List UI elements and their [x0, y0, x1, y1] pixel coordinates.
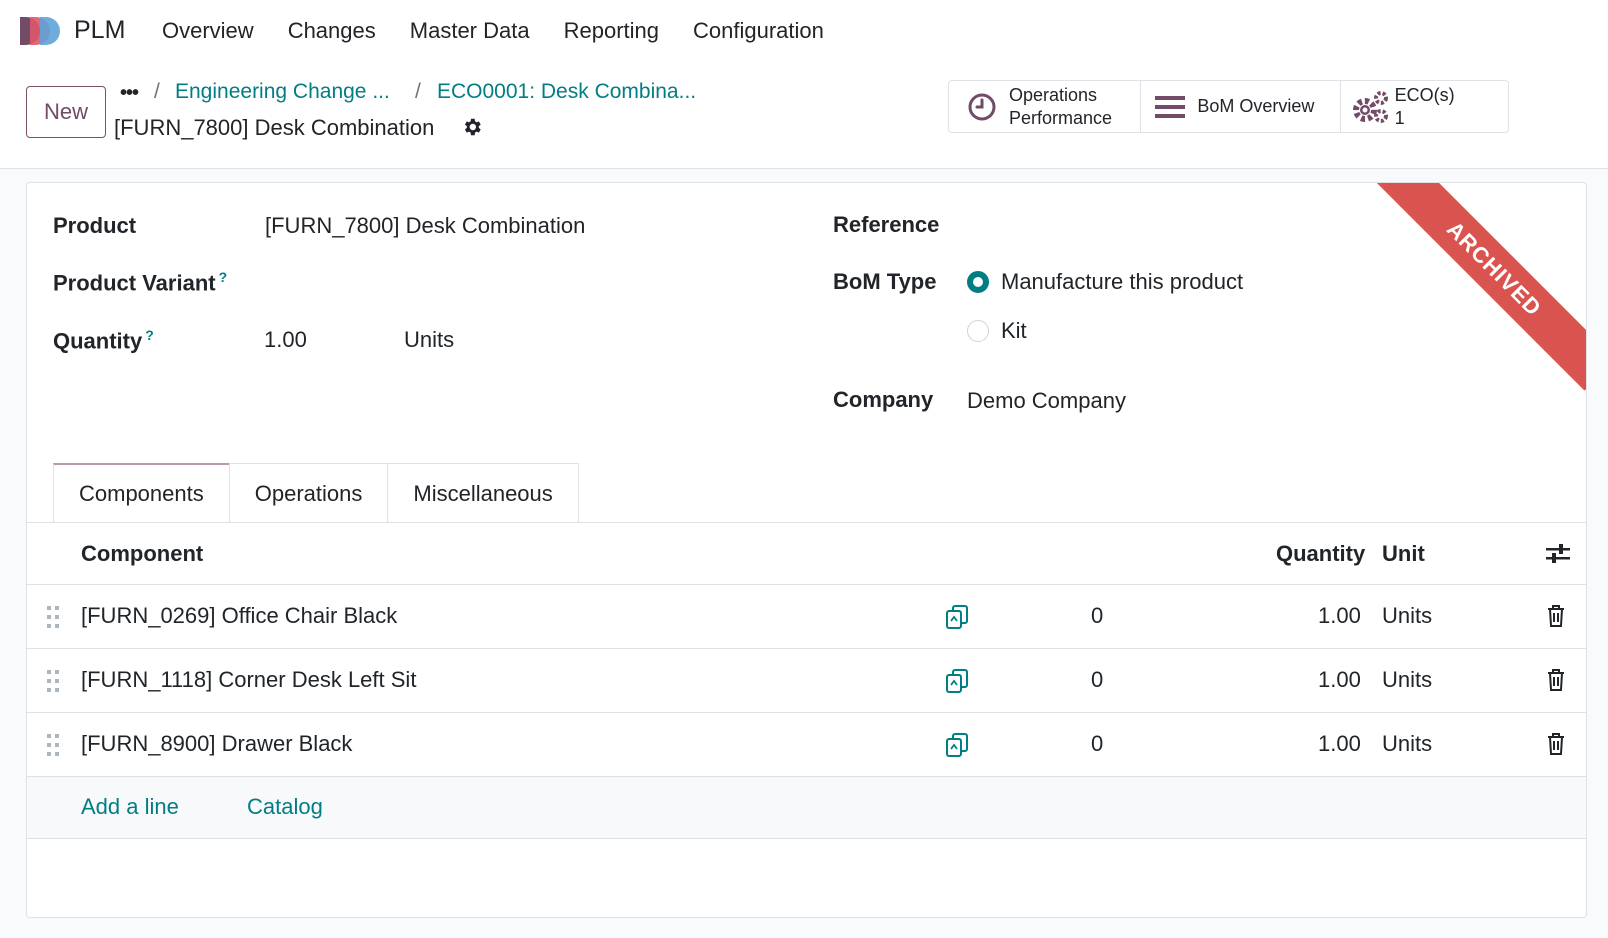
- app-name[interactable]: PLM: [74, 16, 125, 45]
- component-unit[interactable]: Units: [1382, 667, 1432, 693]
- column-quantity[interactable]: Quantity: [1276, 541, 1365, 567]
- gear-icon[interactable]: [461, 116, 483, 138]
- product-variant-label: Product Variant?: [53, 269, 228, 296]
- component-quantity[interactable]: 1.00: [1318, 603, 1361, 629]
- breadcrumb-separator: /: [415, 80, 421, 103]
- app-logo-icon[interactable]: [18, 15, 64, 47]
- product-label: Product: [53, 213, 137, 238]
- clock-icon: [968, 93, 996, 120]
- notebook-tabs: Components Operations Miscellaneous: [53, 463, 579, 523]
- reference-field[interactable]: [967, 212, 1367, 240]
- product-variant-field[interactable]: [265, 269, 745, 297]
- component-quantity[interactable]: 1.00: [1318, 667, 1361, 693]
- column-component[interactable]: Component: [81, 541, 203, 567]
- catalog-link[interactable]: Catalog: [247, 794, 323, 820]
- table-row[interactable]: [FURN_0269] Office Chair Black 0 1.00 Un…: [27, 585, 1586, 649]
- operations-performance-line1: Operations: [1009, 84, 1098, 105]
- component-count: 0: [1091, 667, 1104, 692]
- eco-label: ECO(s): [1394, 84, 1455, 105]
- company-label: Company: [833, 387, 934, 412]
- help-icon[interactable]: ?: [219, 269, 228, 285]
- breadcrumb-separator: /: [154, 80, 160, 103]
- bom-type-option-label: Kit: [1001, 318, 1027, 343]
- gears-icon: [1352, 90, 1388, 123]
- menu-master-data[interactable]: Master Data: [410, 18, 530, 44]
- bom-type-option-label: Manufacture this product: [1001, 269, 1244, 294]
- archived-ribbon: ARCHIVED: [1372, 183, 1586, 391]
- menu-configuration[interactable]: Configuration: [693, 18, 824, 44]
- menu-reporting[interactable]: Reporting: [564, 18, 659, 44]
- table-row[interactable]: [FURN_1118] Corner Desk Left Sit 0 1.00 …: [27, 649, 1586, 713]
- menu-changes[interactable]: Changes: [288, 18, 376, 44]
- breadcrumb-eco[interactable]: ECO0001: Desk Combina...: [437, 80, 696, 104]
- column-unit[interactable]: Unit: [1382, 541, 1425, 567]
- radio-unselected-icon[interactable]: [967, 320, 989, 342]
- bom-type-manufacture-option[interactable]: Manufacture this product: [967, 269, 1243, 295]
- breadcrumb-more-button[interactable]: •••: [120, 82, 139, 105]
- component-name[interactable]: [FURN_1118] Corner Desk Left Sit: [81, 667, 416, 693]
- tab-components[interactable]: Components: [53, 463, 230, 523]
- optional-columns-icon[interactable]: [1546, 543, 1570, 565]
- top-navbar: PLM Overview Changes Master Data Reporti…: [0, 0, 1608, 64]
- drag-handle-icon[interactable]: [46, 605, 60, 629]
- control-panel: New ••• / Engineering Change ... / ECO00…: [0, 64, 1608, 169]
- add-line-row: Add a line Catalog: [27, 777, 1586, 839]
- copy-icon[interactable]: [944, 604, 970, 630]
- tab-operations[interactable]: Operations: [228, 463, 389, 523]
- new-button[interactable]: New: [26, 86, 106, 138]
- eco-count: 1: [1394, 107, 1405, 128]
- trash-icon[interactable]: [1546, 668, 1566, 692]
- bom-type-kit-option[interactable]: Kit: [967, 318, 1027, 344]
- record-title: [FURN_7800] Desk Combination: [114, 115, 435, 140]
- bom-overview-label: BoM Overview: [1197, 96, 1315, 116]
- component-count: 0: [1091, 731, 1104, 756]
- eco-button[interactable]: ECO(s) 1: [1341, 81, 1508, 132]
- drag-handle-icon[interactable]: [46, 733, 60, 757]
- trash-icon[interactable]: [1546, 732, 1566, 756]
- quantity-label: Quantity?: [53, 327, 154, 354]
- reference-label: Reference: [833, 212, 940, 237]
- components-table-header: Component Quantity Unit: [27, 523, 1586, 585]
- operations-performance-line2: Performance: [1009, 107, 1113, 128]
- component-unit[interactable]: Units: [1382, 603, 1432, 629]
- copy-icon[interactable]: [944, 668, 970, 694]
- smart-buttons: Operations Performance BoM Overview ECO(…: [948, 80, 1509, 133]
- component-unit[interactable]: Units: [1382, 731, 1432, 757]
- component-name[interactable]: [FURN_0269] Office Chair Black: [81, 603, 397, 629]
- add-a-line-link[interactable]: Add a line: [81, 794, 179, 820]
- bom-type-label: BoM Type: [833, 269, 937, 294]
- trash-icon[interactable]: [1546, 604, 1566, 628]
- main-menu: Overview Changes Master Data Reporting C…: [162, 18, 858, 44]
- product-field[interactable]: [FURN_7800] Desk Combination: [265, 213, 585, 239]
- company-field[interactable]: Demo Company: [967, 388, 1126, 414]
- operations-performance-button[interactable]: Operations Performance: [949, 81, 1142, 132]
- bars-icon: [1155, 95, 1186, 118]
- quantity-unit-field[interactable]: Units: [404, 327, 454, 353]
- drag-handle-icon[interactable]: [46, 669, 60, 693]
- help-icon[interactable]: ?: [145, 327, 154, 343]
- quantity-field[interactable]: 1.00: [264, 327, 307, 353]
- form-sheet: ARCHIVED Product [FURN_7800] Desk Combin…: [26, 182, 1587, 918]
- component-quantity[interactable]: 1.00: [1318, 731, 1361, 757]
- component-name[interactable]: [FURN_8900] Drawer Black: [81, 731, 352, 757]
- table-row[interactable]: [FURN_8900] Drawer Black 0 1.00 Units: [27, 713, 1586, 777]
- copy-icon[interactable]: [944, 732, 970, 758]
- component-count: 0: [1091, 603, 1104, 628]
- menu-overview[interactable]: Overview: [162, 18, 254, 44]
- breadcrumb-engineering-change[interactable]: Engineering Change ...: [175, 80, 390, 104]
- bom-overview-button[interactable]: BoM Overview: [1141, 81, 1341, 132]
- radio-selected-icon[interactable]: [967, 271, 989, 293]
- tab-miscellaneous[interactable]: Miscellaneous: [387, 463, 579, 523]
